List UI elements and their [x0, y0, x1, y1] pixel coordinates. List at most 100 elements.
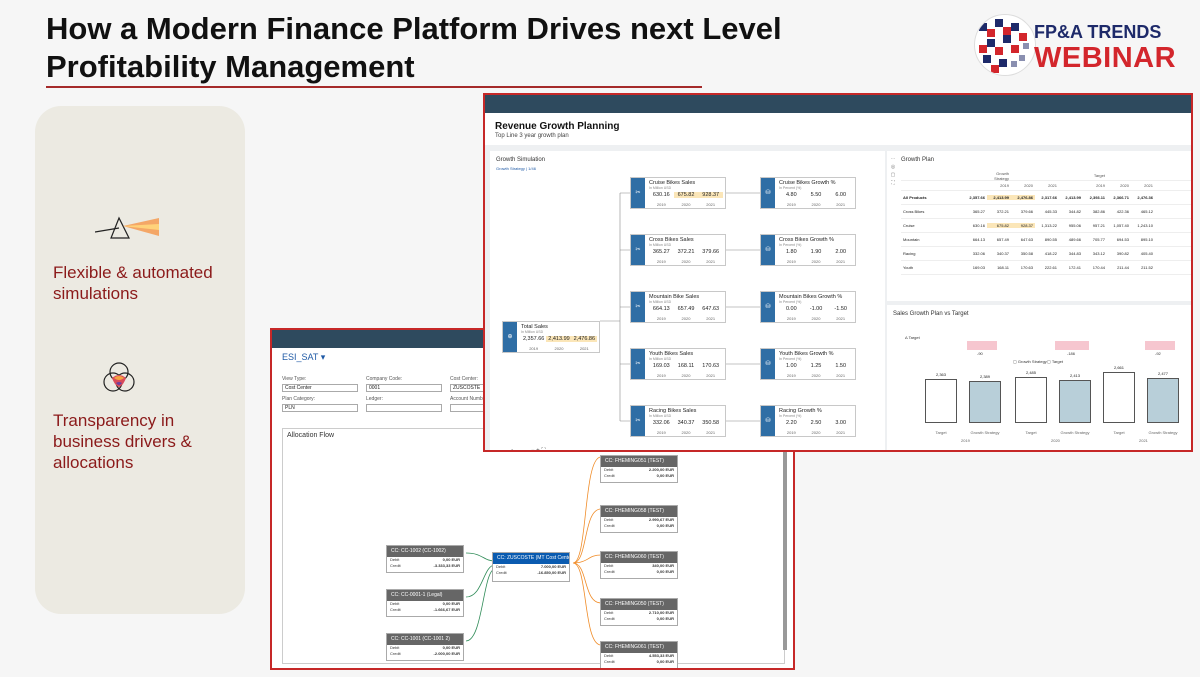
database-icon: ⛁ — [761, 406, 775, 436]
feature-panel: Flexible & automated simulations Transpa… — [35, 106, 245, 614]
table-row[interactable]: All Products 2,357.66 2,413.99 2,476.86 2,3… — [901, 191, 1191, 205]
growth-simulation-panel: Growth Simulation Growth Strategy | 1/46… — [490, 151, 885, 452]
delta-label-2021: -92 — [1155, 351, 1161, 356]
bar-growth-2021[interactable] — [1147, 378, 1179, 423]
view-type-select[interactable]: Cost Center — [282, 384, 358, 392]
delta-label-2019: -90 — [977, 351, 983, 356]
prism-icon — [94, 214, 165, 249]
feature-transparency: Transparency in business drivers & alloc… — [53, 410, 192, 473]
year-label: 2021 — [1139, 438, 1148, 443]
feature2-line1: Transparency in — [53, 411, 175, 430]
total-sales-card[interactable]: ⊕ Total Sales In Million USD 2,357.66 2,4… — [502, 321, 600, 353]
source-node-3[interactable]: CC: CC-1001 (CC-1001 2) Debit 0,00 EUR Cr… — [386, 633, 464, 661]
source-node-1[interactable]: CC: CC-1002 (CC-1002) Debit 0,00 EUR Cred… — [386, 545, 464, 573]
table-header-groups: Growth Strategy Target — [901, 171, 1191, 181]
racing-growth-card[interactable]: ⛁ Racing Growth % In Percent (%) 2.20 2.5… — [760, 405, 856, 437]
target-node-3[interactable]: CC: FHEMING060 (TEST) Debit 340,00 EUR Cr… — [600, 551, 678, 579]
bar-target-2020[interactable] — [1015, 377, 1047, 423]
node-title: CC: CC-1001 (CC-1001 2) — [387, 634, 463, 645]
company-code-input[interactable]: 0001 — [366, 384, 442, 392]
cruise-sales-card[interactable]: ✂ Cruise Bikes Sales In Million USD 630.… — [630, 177, 726, 209]
youth-sales-card[interactable]: ✂ Youth Bikes Sales In Million USD 169.0… — [630, 348, 726, 380]
database-icon: ⛁ — [761, 178, 775, 208]
sales-growth-chart-panel: Sales Growth Plan vs Target Δ Target -90… — [887, 305, 1191, 450]
logo-line2: WEBINAR — [1034, 42, 1177, 74]
table-row[interactable]: Youth 169.03 168.11 170.63 222.61 172.41 170.… — [901, 261, 1191, 275]
slide-title-line1: How a Modern Finance Platform Drives nex… — [46, 11, 782, 46]
feature1-line1: Flexible & automated — [53, 263, 213, 282]
racing-sales-card[interactable]: ✂ Racing Bikes Sales In Million USD 332.… — [630, 405, 726, 437]
table-row[interactable]: Cross Bikes 365.27 372.21 379.66 445.33 344.… — [901, 205, 1191, 219]
mountain-growth-card[interactable]: ⛁ Mountain Bikes Growth % In Percent (%)… — [760, 291, 856, 323]
cost-center-label: Cost Center: — [450, 376, 479, 382]
table-row[interactable]: Mountain 664.13 657.49 647.63 890.55 489.66 7… — [901, 233, 1191, 247]
split-icon: ✂ — [631, 292, 645, 322]
ledger-input[interactable] — [366, 404, 442, 412]
node-title: CC: FHEMING060 (TEST) — [601, 552, 677, 563]
allocation-flow-panel: Allocation Flow — [282, 428, 785, 664]
mountain-sales-card[interactable]: ✂ Mountain Bike Sales In Million USD 664… — [630, 291, 726, 323]
cruise-growth-card[interactable]: ⛁ Cruise Bikes Growth % In Percent (%) 4… — [760, 177, 856, 209]
bar-value: 2,477 — [1157, 371, 1168, 376]
node-title: CC: CC-1002 (CC-1002) — [387, 546, 463, 557]
view-type-label: View Type: — [282, 376, 307, 382]
view-selector[interactable]: ESI_SAT ▾ — [282, 352, 325, 363]
bar-label: Target — [1113, 430, 1125, 435]
delta-label-2020: -186 — [1067, 351, 1076, 356]
target-node-4[interactable]: CC: FHEMING050 (TEST) Debit 2.710,00 EUR … — [600, 598, 678, 626]
growth-plan-panel: ⋯ ◎ ▢ ⛶ Growth Plan Growth Strategy Target 2… — [887, 151, 1191, 301]
bar-growth-2020[interactable] — [1059, 380, 1091, 423]
target-node-2[interactable]: CC: FHEMING058 (TEST) Debit 2.990,67 EUR … — [600, 505, 678, 533]
table-row[interactable]: Racing 332.06 340.37 350.58 418.22 344.83 343… — [901, 247, 1191, 261]
revenue-growth-screenshot: Revenue Growth Planning Top Line 3 year … — [483, 93, 1193, 452]
feature-simulations: Flexible & automated simulations — [53, 262, 213, 304]
delta-bar-2020 — [1055, 341, 1089, 350]
source-node-2[interactable]: CC: CC-0001-1 (Legal) Debit 0,00 EUR Cred… — [386, 589, 464, 617]
split-icon: ✂ — [631, 406, 645, 436]
logo-line1: FP&A TRENDS — [1034, 22, 1162, 42]
database-icon: ⛁ — [761, 292, 775, 322]
account-label: Account Number — [450, 396, 488, 402]
bar-label: Growth Strategy — [1060, 430, 1090, 435]
cross-growth-card[interactable]: ⛁ Cross Bikes Growth % In Percent (%) 1.… — [760, 234, 856, 266]
year-label: 2020 — [1051, 438, 1060, 443]
bar-target-2019[interactable] — [925, 379, 957, 423]
app-title: Revenue Growth Planning — [495, 121, 620, 132]
plan-category-input[interactable]: PLN — [282, 404, 358, 412]
allocation-connectors — [465, 456, 602, 646]
node-title: CC: FHEMING061 (TEST) — [601, 642, 677, 653]
node-title: CC: FHEMING058 (TEST) — [601, 506, 677, 517]
ledger-label: Ledger: — [366, 396, 383, 402]
center-node[interactable]: CC: ZUSCOSTE (MT Cost Center) Debit 7.000… — [492, 552, 570, 582]
globe-icon — [974, 14, 1036, 76]
bar-value: 2,661 — [1113, 365, 1124, 370]
cross-sales-card[interactable]: ✂ Cross Bikes Sales In Million USD 365.2… — [630, 234, 726, 266]
svg-text:‹: ‹ — [511, 448, 513, 452]
minimap[interactable]: ‹ − + ⛶ — [507, 444, 573, 452]
cost-center-input[interactable]: ZUSCOSTE — [450, 384, 484, 392]
bar-label: Growth Strategy — [1148, 430, 1178, 435]
scrollbar[interactable] — [783, 450, 787, 650]
target-node-1[interactable]: CC: FHEMING051 (TEST) Debit 2.200,00 EUR … — [600, 455, 678, 483]
bar-value: 2,485 — [1025, 370, 1036, 375]
plan-category-label: Plan Category: — [282, 396, 316, 402]
youth-growth-card[interactable]: ⛁ Youth Bikes Growth % In Percent (%) 1.… — [760, 348, 856, 380]
slide-title-line2: Profitability Management — [46, 49, 415, 84]
delta-target-label: Δ Target — [905, 335, 920, 340]
account-input[interactable] — [450, 404, 484, 412]
venn-icon — [101, 360, 137, 401]
split-icon: ✂ — [631, 349, 645, 379]
svg-text:− + ⛶: − + ⛶ — [531, 447, 546, 452]
feature2-line2: business drivers & — [53, 432, 192, 451]
toolbar-icons[interactable]: ⋯ ◎ ▢ ⛶ — [889, 155, 897, 195]
bar-target-2021[interactable] — [1103, 372, 1135, 423]
target-node-5[interactable]: CC: FHEMING061 (TEST) Debit 4.553,33 EUR … — [600, 641, 678, 668]
slide-title: How a Modern Finance Platform Drives nex… — [46, 10, 782, 86]
growth-plan-table: Growth Strategy Target 2019 2020 2021 2019 2… — [901, 171, 1191, 275]
table-row[interactable]: Cruise 630.16 675.82 928.37 1,313.22 955.06 9… — [901, 219, 1191, 233]
sales-growth-title: Sales Growth Plan vs Target — [893, 311, 969, 317]
bar-growth-2019[interactable] — [969, 381, 1001, 423]
table-header-years: 2019 2020 2021 2019 2020 2021 — [901, 181, 1191, 191]
bar-value: 2,413 — [1069, 373, 1080, 378]
node-title: CC: CC-0001-1 (Legal) — [387, 590, 463, 601]
